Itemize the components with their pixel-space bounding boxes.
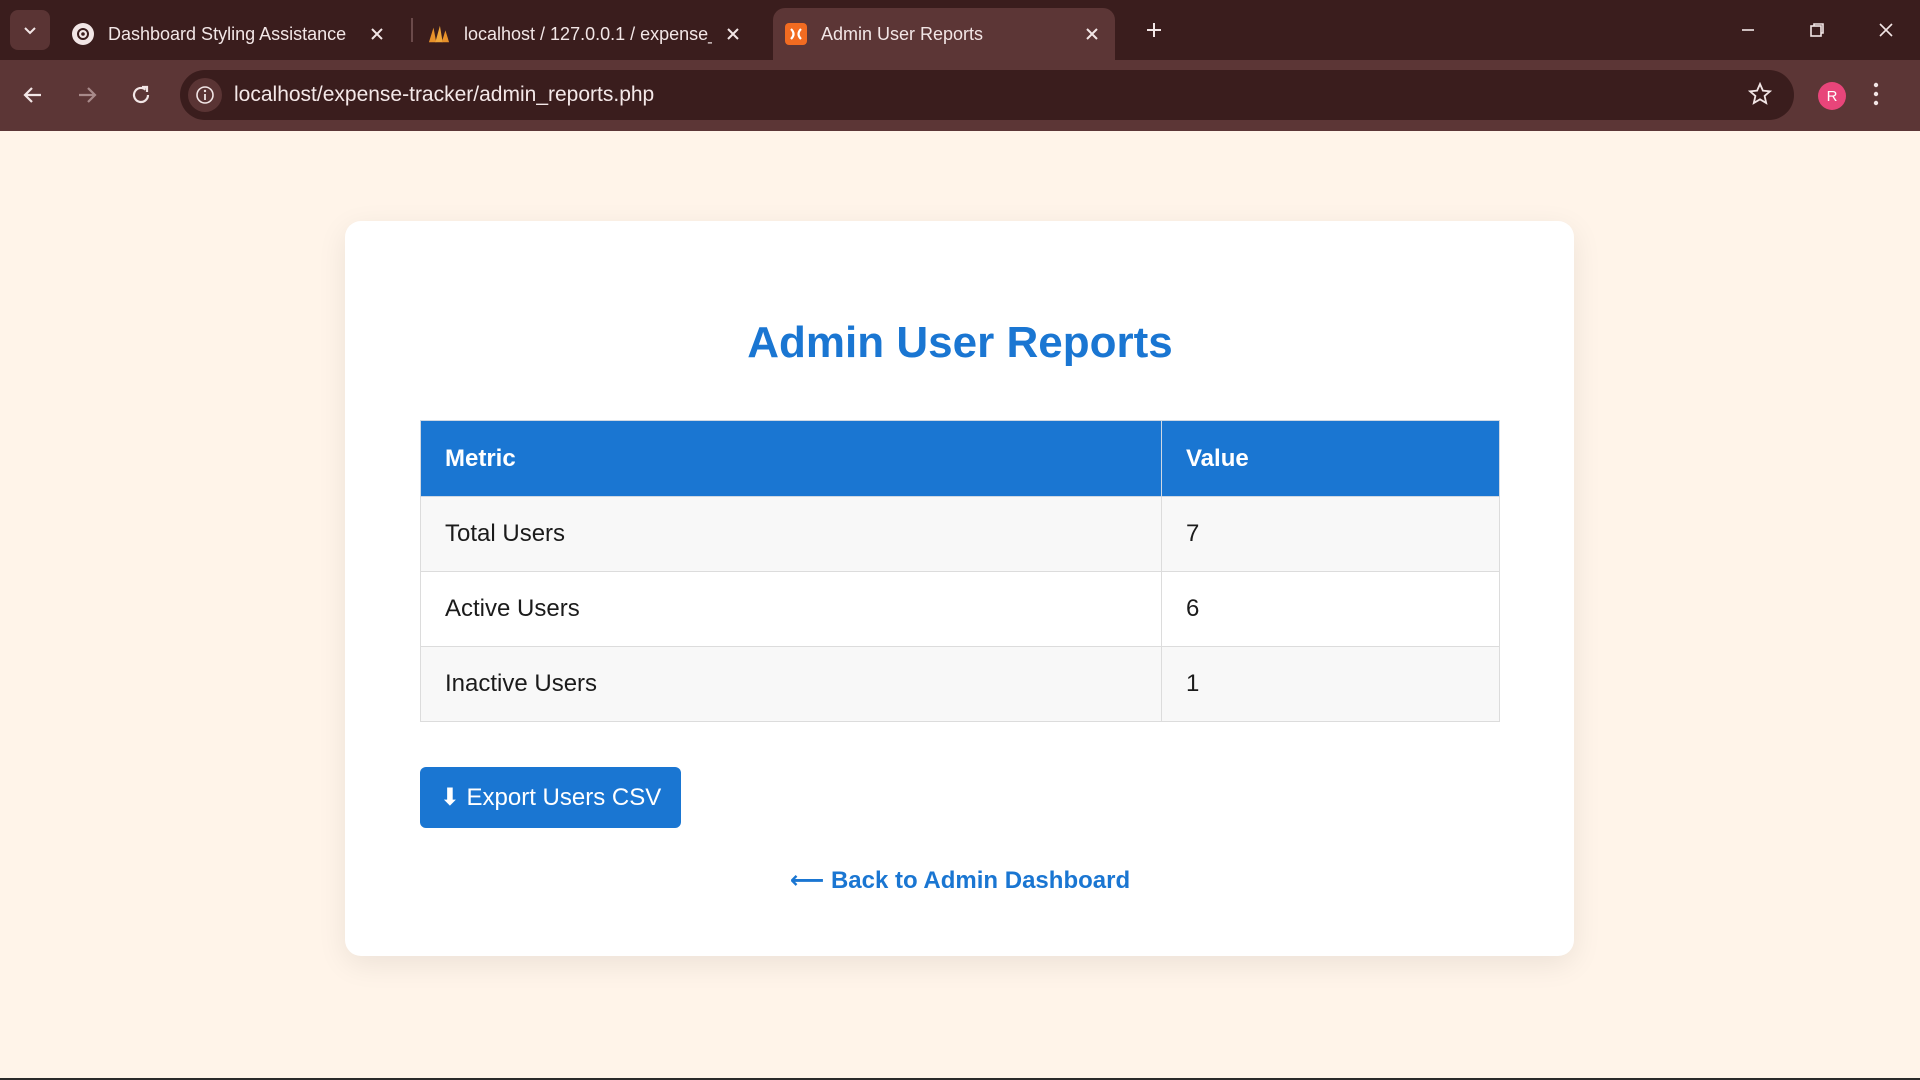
close-icon[interactable] bbox=[722, 23, 744, 45]
reload-icon bbox=[132, 85, 150, 104]
tab-dashboard-styling[interactable]: Dashboard Styling Assistance bbox=[60, 8, 400, 60]
bookmark-star-icon[interactable] bbox=[1747, 81, 1773, 111]
profile-avatar[interactable]: R bbox=[1818, 82, 1846, 110]
value-cell: 1 bbox=[1161, 646, 1500, 722]
value-cell: 7 bbox=[1161, 496, 1500, 572]
back-to-admin-dashboard-link[interactable]: ⟵ Back to Admin Dashboard bbox=[0, 866, 1920, 895]
xampp-icon bbox=[785, 23, 807, 45]
close-icon[interactable] bbox=[366, 23, 388, 45]
value-cell: 6 bbox=[1161, 571, 1500, 647]
arrow-right-icon bbox=[79, 87, 97, 103]
reload-button[interactable] bbox=[122, 76, 160, 114]
restore-icon bbox=[1810, 23, 1824, 37]
page-title: Admin User Reports bbox=[747, 318, 1173, 367]
minimize-button[interactable] bbox=[1728, 14, 1768, 46]
metric-cell: Inactive Users bbox=[420, 646, 1162, 722]
browser-menu-button[interactable] bbox=[1872, 80, 1880, 113]
tab-search-button[interactable] bbox=[10, 10, 50, 50]
tab-admin-user-reports[interactable]: Admin User Reports bbox=[773, 8, 1115, 60]
arrow-left-icon bbox=[23, 87, 41, 103]
tab-phpmyadmin[interactable]: localhost / 127.0.0.1 / expense_ bbox=[416, 8, 756, 60]
metric-cell: Active Users bbox=[420, 571, 1162, 647]
chevron-down-icon bbox=[24, 27, 36, 35]
close-icon bbox=[1879, 23, 1893, 37]
table-row: Active Users 6 bbox=[420, 571, 1500, 647]
close-icon[interactable] bbox=[1081, 23, 1103, 45]
url-text[interactable]: localhost/expense-tracker/admin_reports.… bbox=[234, 83, 654, 107]
openai-icon bbox=[72, 23, 94, 45]
window-close-button[interactable] bbox=[1866, 14, 1906, 46]
metric-cell: Total Users bbox=[420, 496, 1162, 572]
new-tab-button[interactable] bbox=[1138, 14, 1170, 46]
address-bar[interactable]: localhost/expense-tracker/admin_reports.… bbox=[180, 70, 1794, 120]
restore-button[interactable] bbox=[1797, 14, 1837, 46]
forward-button[interactable] bbox=[68, 76, 106, 114]
info-icon[interactable] bbox=[188, 78, 222, 112]
column-header-metric: Metric bbox=[420, 420, 1162, 497]
tab-title: Admin User Reports bbox=[821, 23, 984, 44]
plus-icon bbox=[1147, 23, 1161, 37]
back-button[interactable] bbox=[14, 76, 52, 114]
column-header-value: Value bbox=[1161, 420, 1500, 497]
table-header-row: Metric Value bbox=[420, 420, 1500, 497]
table-row: Inactive Users 1 bbox=[420, 646, 1500, 722]
tab-separator bbox=[411, 18, 413, 42]
table-row: Total Users 7 bbox=[420, 496, 1500, 572]
tab-title: Dashboard Styling Assistance bbox=[108, 23, 347, 44]
browser-toolbar: localhost/expense-tracker/admin_reports.… bbox=[0, 60, 1920, 131]
profile-initial: R bbox=[1826, 87, 1838, 105]
minimize-icon bbox=[1742, 29, 1754, 31]
export-users-csv-button[interactable]: ⬇ Export Users CSV bbox=[420, 767, 681, 828]
phpmyadmin-icon bbox=[428, 23, 450, 45]
tab-strip: Dashboard Styling Assistance localhost /… bbox=[0, 0, 1920, 60]
report-table: Metric Value Total Users 7 Active Users … bbox=[420, 420, 1500, 722]
tab-title: localhost / 127.0.0.1 / expense_ bbox=[464, 23, 712, 44]
more-vertical-icon bbox=[1873, 82, 1879, 106]
